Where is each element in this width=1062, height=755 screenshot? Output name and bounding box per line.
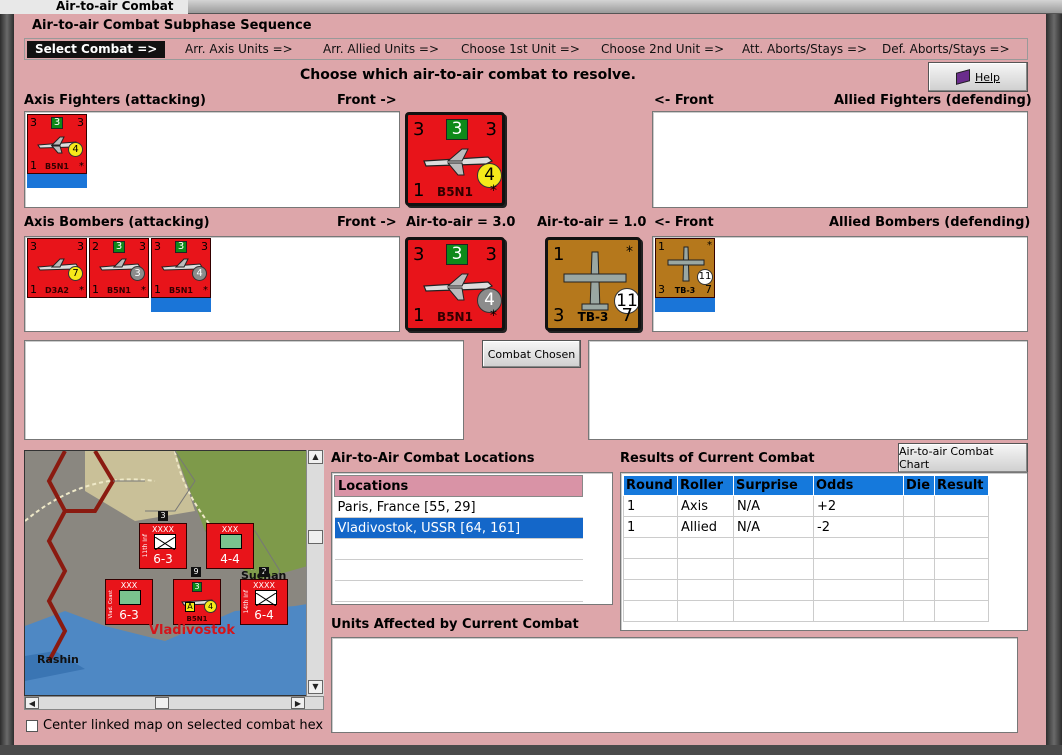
allied-message-box [588, 340, 1028, 440]
stack-count-badge: 3 [158, 511, 168, 521]
axis-message-box [24, 340, 464, 440]
axis-bomber-counter-1[interactable]: 3 3 7 1 D3A2 * [27, 238, 87, 298]
table-row [623, 579, 989, 601]
allied-fighters-label: Allied Fighters (defending) [834, 93, 1032, 108]
step-choose-2nd: Choose 2nd Unit => [601, 42, 725, 56]
map-town-label: Rashin [37, 653, 79, 666]
locations-list[interactable]: Locations Paris, France [55, 29] Vladivo… [331, 472, 613, 605]
scroll-thumb-horizontal[interactable] [155, 697, 169, 709]
allied-front-label: <- Front [654, 93, 714, 108]
table-row [623, 600, 989, 622]
linked-map[interactable]: XXXX 11th Inf 6-3 XXX 4-4 XXX Vlad. Coas… [24, 450, 324, 696]
axis-front-label: Front -> [337, 93, 397, 108]
axis-bomber-counter-2[interactable]: 2 3 3 3 1 B5N1 * [89, 238, 149, 298]
allied-bombers-label: Allied Bombers (defending) [829, 215, 1031, 230]
scroll-down-icon[interactable]: ▼ [308, 680, 323, 694]
scroll-left-icon[interactable]: ◀ [25, 697, 39, 709]
step-select-combat: Select Combat => [27, 41, 166, 58]
axis-a2a-value: Air-to-air = 3.0 [406, 215, 516, 230]
window-frame-bottom [0, 745, 1062, 755]
list-item[interactable]: Paris, France [55, 29] [334, 496, 583, 518]
map-vertical-scrollbar[interactable]: ▲ ▼ [306, 450, 324, 696]
table-row: 1 Axis N/A +2 [623, 495, 989, 517]
map-unit-counter-2[interactable]: XXX 4-4 [206, 523, 254, 569]
locations-title: Air-to-Air Combat Locations [331, 451, 535, 466]
axis-fighter-chosen-counter[interactable]: 3 3 3 4 1 B5N1 * [405, 112, 505, 206]
combat-chosen-button[interactable]: Combat Chosen [482, 340, 581, 368]
results-panel: Round Roller Surprise Odds Die Result 1 … [620, 472, 1028, 631]
step-att-aborts: Att. Aborts/Stays => [742, 42, 868, 56]
affected-title: Units Affected by Current Combat [331, 617, 579, 632]
empty-row [334, 559, 583, 581]
map-air-unit-counter[interactable]: 3 4 A B5N1 [173, 579, 221, 625]
map-unit-counter-1[interactable]: XXXX 11th Inf 6-3 [139, 523, 187, 569]
infantry-icon [154, 534, 176, 551]
center-map-label: Center linked map on selected combat hex [43, 718, 324, 733]
axis-bombers-front-label: Front -> [337, 215, 397, 230]
help-label: Help [974, 70, 1001, 84]
results-table: Round Roller Surprise Odds Die Result 1 … [623, 475, 989, 622]
step-arr-axis: Arr. Axis Units => [185, 42, 293, 56]
table-row [623, 537, 989, 559]
map-horizontal-scrollbar[interactable]: ◀ ▶ [24, 696, 324, 710]
locations-table: Locations Paris, France [55, 29] Vladivo… [334, 475, 583, 602]
sequence-title: Air-to-air Combat Subphase Sequence [32, 18, 312, 33]
list-item-selected[interactable]: Vladivostok, USSR [64, 161] [334, 517, 583, 539]
title-bar[interactable]: Air-to-air Combat [0, 0, 1062, 14]
allied-bombers-front-label: <- Front [654, 215, 714, 230]
allied-bomber-chosen-counter[interactable]: 1 * 11 3 TB-3 7 [545, 237, 641, 331]
scroll-up-icon[interactable]: ▲ [308, 450, 323, 464]
step-arr-allied: Arr. Allied Units => [323, 42, 440, 56]
map-unit-counter-3[interactable]: XXX Vlad. Coast 6-3 [105, 579, 153, 625]
allied-bomber-counter[interactable]: 1 * 11 3 TB-3 7 [655, 238, 715, 298]
allied-bomber-selected-bar [655, 298, 715, 312]
axis-bombers-label: Axis Bombers (attacking) [24, 215, 210, 230]
window-frame-right [1046, 14, 1062, 755]
infantry-icon [255, 590, 277, 607]
locations-header: Locations [334, 475, 583, 497]
scroll-right-icon[interactable]: ▶ [291, 697, 305, 709]
affected-units-box [331, 637, 1018, 733]
stack-count-badge: 9 [191, 567, 201, 577]
axis-bomber-counter-3[interactable]: 3 3 3 4 1 B5N1 * [151, 238, 211, 298]
map-city-label: Vladivostok [149, 623, 235, 638]
step-choose-1st: Choose 1st Unit => [461, 42, 580, 56]
help-button[interactable]: Help [928, 62, 1028, 92]
window-frame-left [0, 14, 14, 755]
allied-fighters-box[interactable] [652, 111, 1028, 208]
axis-fighter-counter[interactable]: 3 3 3 4 1 B5N1 * [27, 114, 87, 174]
axis-bomber-selected-bar [151, 298, 211, 312]
map-town-label: Suchan [241, 569, 287, 582]
help-book-icon [955, 69, 970, 85]
center-map-checkbox[interactable] [26, 720, 38, 732]
table-row: 1 Allied N/A -2 [623, 516, 989, 538]
scroll-thumb-vertical[interactable] [308, 530, 323, 544]
allied-a2a-value: Air-to-air = 1.0 [537, 215, 647, 230]
results-title: Results of Current Combat [620, 451, 815, 466]
mountain-infantry-icon [220, 534, 242, 549]
axis-fighter-selected-bar [27, 174, 87, 188]
empty-row [334, 580, 583, 602]
instruction-text: Choose which air-to-air combat to resolv… [300, 67, 636, 83]
coastal-unit-icon [119, 590, 141, 605]
axis-fighters-label: Axis Fighters (attacking) [24, 93, 206, 108]
window-title: Air-to-air Combat [0, 0, 188, 14]
step-def-aborts: Def. Aborts/Stays => [882, 42, 1010, 56]
table-row [623, 558, 989, 580]
map-unit-counter-4[interactable]: XXXX 14th Inf 6-4 [240, 579, 288, 625]
axis-bomber-chosen-counter[interactable]: 3 3 3 4 1 B5N1 * [405, 237, 505, 331]
empty-row [334, 538, 583, 560]
a2a-combat-chart-button[interactable]: Air-to-air Combat Chart [898, 443, 1028, 473]
